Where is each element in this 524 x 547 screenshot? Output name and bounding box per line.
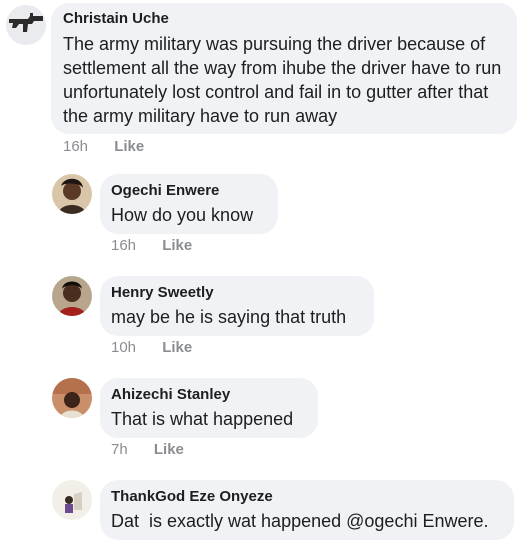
avatar[interactable] <box>52 480 92 520</box>
reply-timestamp[interactable]: 7h <box>111 441 128 458</box>
profile-photo-icon <box>52 174 92 214</box>
like-button[interactable]: Like <box>114 138 144 155</box>
avatar[interactable] <box>52 378 92 418</box>
reply-bubble: Ogechi Enwere How do you know <box>100 174 278 234</box>
reply-author[interactable]: Ahizechi Stanley <box>111 386 306 404</box>
like-button[interactable]: Like <box>162 339 192 356</box>
reply-item: Ogechi Enwere How do you know 16h Like <box>0 174 524 260</box>
reply-text: Dat is exactly wat happened @ogechi Enwe… <box>111 511 489 531</box>
reply-text: How do you know <box>111 205 254 225</box>
avatar[interactable] <box>52 174 92 214</box>
rifle-icon <box>6 5 46 45</box>
profile-photo-icon <box>52 276 92 316</box>
reply-timestamp[interactable]: 10h <box>111 339 136 356</box>
comment-timestamp[interactable]: 16h <box>63 138 88 155</box>
comment-meta: 16h Like <box>63 138 144 155</box>
avatar[interactable] <box>52 276 92 316</box>
reply-timestamp[interactable]: 16h <box>111 237 136 254</box>
avatar[interactable] <box>6 5 46 45</box>
reply-meta: 16h Like <box>111 237 192 254</box>
comment-item: Christain Uche The army military was pur… <box>0 3 524 163</box>
comment-author[interactable]: Christain Uche <box>63 10 505 28</box>
reply-meta: 10h Like <box>111 339 192 356</box>
comment-text: The army military was pursuing the drive… <box>63 34 507 126</box>
reply-bubble: Ahizechi Stanley That is what happened <box>100 378 318 438</box>
reply-author[interactable]: ThankGod Eze Onyeze <box>111 488 502 506</box>
like-button[interactable]: Like <box>154 441 184 458</box>
reply-author[interactable]: Henry Sweetly <box>111 284 362 302</box>
reply-bubble: Henry Sweetly may be he is saying that t… <box>100 276 374 336</box>
reply-item: Henry Sweetly may be he is saying that t… <box>0 276 524 362</box>
comment-thread: Christain Uche The army military was pur… <box>0 0 524 547</box>
comment-bubble: Christain Uche The army military was pur… <box>51 3 517 134</box>
reply-item: Ahizechi Stanley That is what happened 7… <box>0 378 524 464</box>
reply-text: may be he is saying that truth <box>111 307 347 327</box>
like-button[interactable]: Like <box>162 237 192 254</box>
reply-text: That is what happened <box>111 409 294 429</box>
reply-item: ThankGod Eze Onyeze Dat is exactly wat h… <box>0 480 524 547</box>
reply-bubble: ThankGod Eze Onyeze Dat is exactly wat h… <box>100 480 514 540</box>
reply-meta: 7h Like <box>111 441 184 458</box>
reply-author[interactable]: Ogechi Enwere <box>111 182 266 200</box>
profile-photo-icon <box>52 378 92 418</box>
profile-photo-icon <box>52 480 92 520</box>
